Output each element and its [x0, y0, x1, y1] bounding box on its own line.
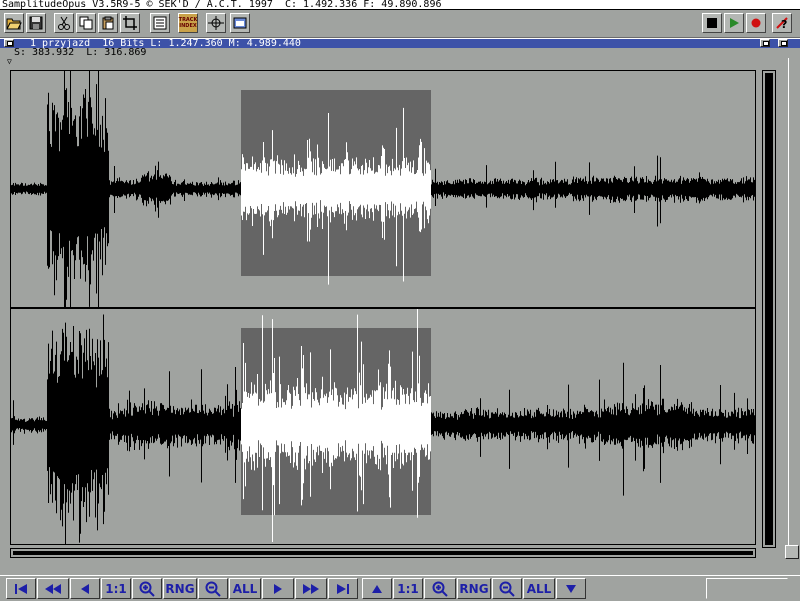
vertical-zoom-in-button[interactable]: [424, 578, 456, 599]
help-button[interactable]: ?: [772, 13, 792, 33]
zoom-in-icon: [432, 581, 448, 597]
stop-icon: [706, 17, 718, 29]
horizontal-scrollbar[interactable]: [10, 548, 756, 558]
save-disk-icon: [29, 16, 43, 30]
vertical-zoom-out-button[interactable]: [492, 578, 522, 599]
fast-forward-icon: [302, 583, 320, 595]
help-icon: ?: [775, 16, 789, 30]
waveform-selected-samples: [241, 107, 431, 285]
window-button[interactable]: [230, 13, 250, 33]
waveform-selected-samples: [241, 309, 431, 542]
copy-button[interactable]: [76, 13, 96, 33]
track-index-button[interactable]: TRACK INDEX: [178, 13, 198, 33]
stop-button[interactable]: [702, 13, 722, 33]
zoom-ratio-button[interactable]: 1:1: [101, 578, 131, 599]
selection-info-line: S: 383.932 L: 316.869: [0, 47, 800, 58]
screen-title: SamplitudeOpus V3.5R9-5 © SEK'D / A.C.T.…: [2, 0, 442, 10]
open-folder-icon: [6, 16, 22, 30]
skip-end-icon: [336, 583, 350, 595]
track-index-label-bottom: INDEX: [179, 23, 197, 29]
zoom-range-button[interactable]: RNG: [163, 578, 197, 599]
zoom-down-button[interactable]: [556, 578, 586, 599]
waveform-left: [11, 71, 755, 307]
paste-button[interactable]: [98, 13, 118, 33]
channel-right[interactable]: [11, 309, 755, 544]
step-back-button[interactable]: [70, 578, 100, 599]
arrow-up-icon: [371, 584, 383, 594]
arrow-down-icon: [565, 584, 577, 594]
zoom-in-button[interactable]: [132, 578, 162, 599]
main-toolbar: TRACK INDEX ?: [0, 11, 800, 38]
horizontal-scroll-knob[interactable]: [13, 551, 753, 555]
step-left-icon: [80, 583, 90, 595]
play-button[interactable]: [724, 13, 744, 33]
play-icon: [728, 17, 740, 29]
vertical-scroll-knob[interactable]: [765, 73, 773, 545]
crop-icon: [123, 16, 137, 30]
vertical-ratio-button[interactable]: 1:1: [393, 578, 423, 599]
rewind-icon: [44, 583, 62, 595]
go-start-button[interactable]: [6, 578, 36, 599]
vertical-scrollbar[interactable]: [762, 70, 776, 548]
fast-forward-button[interactable]: [295, 578, 327, 599]
step-forward-button[interactable]: [262, 578, 294, 599]
cut-button[interactable]: [54, 13, 74, 33]
window-close-gadget[interactable]: [4, 39, 14, 47]
waveform-right: [11, 309, 755, 544]
list-icon: [153, 16, 167, 30]
cut-scissors-icon: [57, 16, 71, 30]
crop-button[interactable]: [120, 13, 140, 33]
open-folder-button[interactable]: [4, 13, 24, 33]
paste-icon: [101, 16, 115, 30]
window-size-gadget[interactable]: [785, 545, 799, 559]
waveform-display[interactable]: [10, 70, 756, 545]
window-right-border: [788, 58, 800, 558]
zoom-out-icon: [499, 581, 515, 597]
zoom-up-button[interactable]: [362, 578, 392, 599]
list-button[interactable]: [150, 13, 170, 33]
vertical-all-button[interactable]: ALL: [523, 578, 555, 599]
window-zoom-gadget[interactable]: [760, 39, 770, 47]
skip-start-icon: [14, 583, 28, 595]
position-marker-icon[interactable]: ▽: [7, 58, 12, 66]
go-end-button[interactable]: [328, 578, 358, 599]
save-button[interactable]: [26, 13, 46, 33]
track-index-icon: TRACK INDEX: [179, 17, 198, 29]
screen-title-bar: SamplitudeOpus V3.5R9-5 © SEK'D / A.C.T.…: [0, 0, 800, 10]
window-depth-gadget[interactable]: [778, 39, 788, 47]
zoom-out-button[interactable]: [198, 578, 228, 599]
transport-spacer: [706, 578, 788, 599]
record-button[interactable]: [746, 13, 766, 33]
zoom-out-icon: [205, 581, 221, 597]
channel-left[interactable]: [11, 71, 755, 307]
vertical-range-button[interactable]: RNG: [457, 578, 491, 599]
svg-text:?: ?: [781, 18, 787, 30]
selection-info: S: 383.932 L: 316.869: [14, 47, 147, 58]
rewind-button[interactable]: [37, 578, 69, 599]
window-icon: [233, 16, 247, 30]
transport-bar: 1:1 RNG ALL 1:1 RNG ALL: [0, 575, 800, 601]
zoom-in-icon: [139, 581, 155, 597]
loop-button[interactable]: [206, 13, 226, 33]
record-icon: [750, 17, 762, 29]
loop-icon: [208, 16, 224, 30]
zoom-all-button[interactable]: ALL: [229, 578, 261, 599]
step-right-icon: [273, 583, 283, 595]
copy-icon: [79, 16, 93, 30]
